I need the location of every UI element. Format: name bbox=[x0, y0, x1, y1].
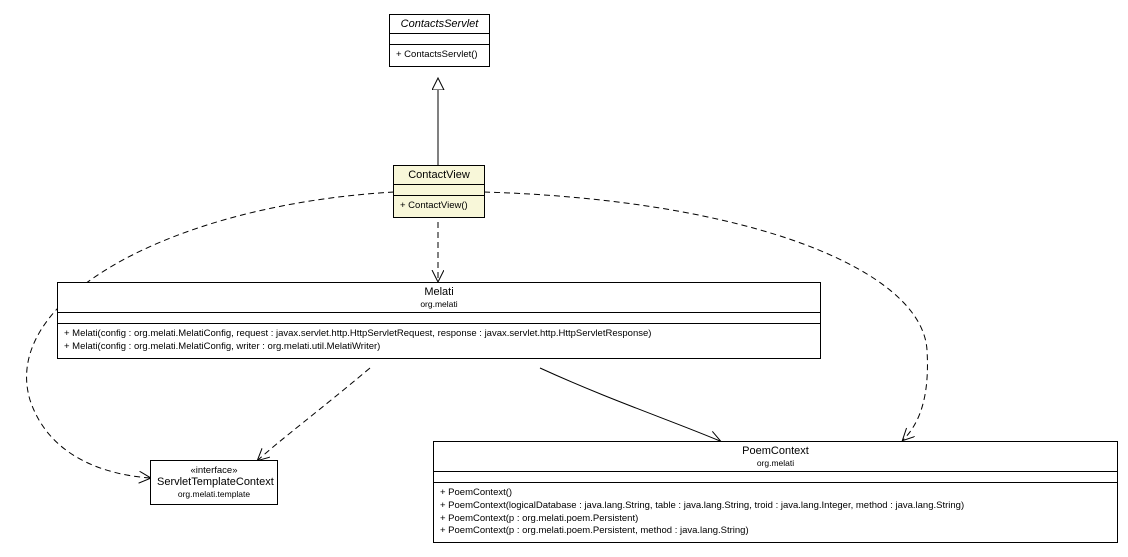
class-contacts-servlet[interactable]: ContactsServlet + ContactsServlet() bbox=[389, 14, 490, 67]
class-package: org.melati bbox=[440, 458, 1111, 468]
stereotype: «interface» bbox=[157, 465, 271, 476]
operation: + PoemContext(p : org.melati.poem.Persis… bbox=[440, 513, 1111, 526]
operation: + ContactsServlet() bbox=[396, 49, 483, 62]
class-operations: + PoemContext() + PoemContext(logicalDat… bbox=[434, 483, 1117, 542]
class-header: «interface» ServletTemplateContext org.m… bbox=[151, 461, 277, 504]
class-attrs bbox=[58, 313, 820, 324]
class-header: Melati org.melati bbox=[58, 283, 820, 313]
operation: + Melati(config : org.melati.MelatiConfi… bbox=[64, 341, 814, 354]
class-attrs bbox=[434, 472, 1117, 483]
operation: + PoemContext(p : org.melati.poem.Persis… bbox=[440, 525, 1111, 538]
class-name: Melati bbox=[424, 286, 453, 298]
class-name: PoemContext bbox=[742, 445, 809, 457]
operation: + Melati(config : org.melati.MelatiConfi… bbox=[64, 328, 814, 341]
class-attrs bbox=[394, 185, 484, 196]
class-poem-context[interactable]: PoemContext org.melati + PoemContext() +… bbox=[433, 441, 1118, 543]
class-package: org.melati bbox=[64, 299, 814, 309]
operation: + PoemContext(logicalDatabase : java.lan… bbox=[440, 500, 1111, 513]
class-operations: + Melati(config : org.melati.MelatiConfi… bbox=[58, 324, 820, 358]
operation: + PoemContext() bbox=[440, 487, 1111, 500]
class-name: ServletTemplateContext bbox=[157, 476, 274, 488]
class-attrs bbox=[390, 34, 489, 45]
class-operations: + ContactView() bbox=[394, 196, 484, 217]
class-operations: + ContactsServlet() bbox=[390, 45, 489, 66]
class-name: ContactView bbox=[394, 166, 484, 185]
class-header: PoemContext org.melati bbox=[434, 442, 1117, 472]
class-melati[interactable]: Melati org.melati + Melati(config : org.… bbox=[57, 282, 821, 359]
class-name: ContactsServlet bbox=[390, 15, 489, 34]
class-contact-view[interactable]: ContactView + ContactView() bbox=[393, 165, 485, 218]
class-package: org.melati.template bbox=[157, 489, 271, 499]
operation: + ContactView() bbox=[400, 200, 478, 213]
class-servlet-template-context[interactable]: «interface» ServletTemplateContext org.m… bbox=[150, 460, 278, 505]
